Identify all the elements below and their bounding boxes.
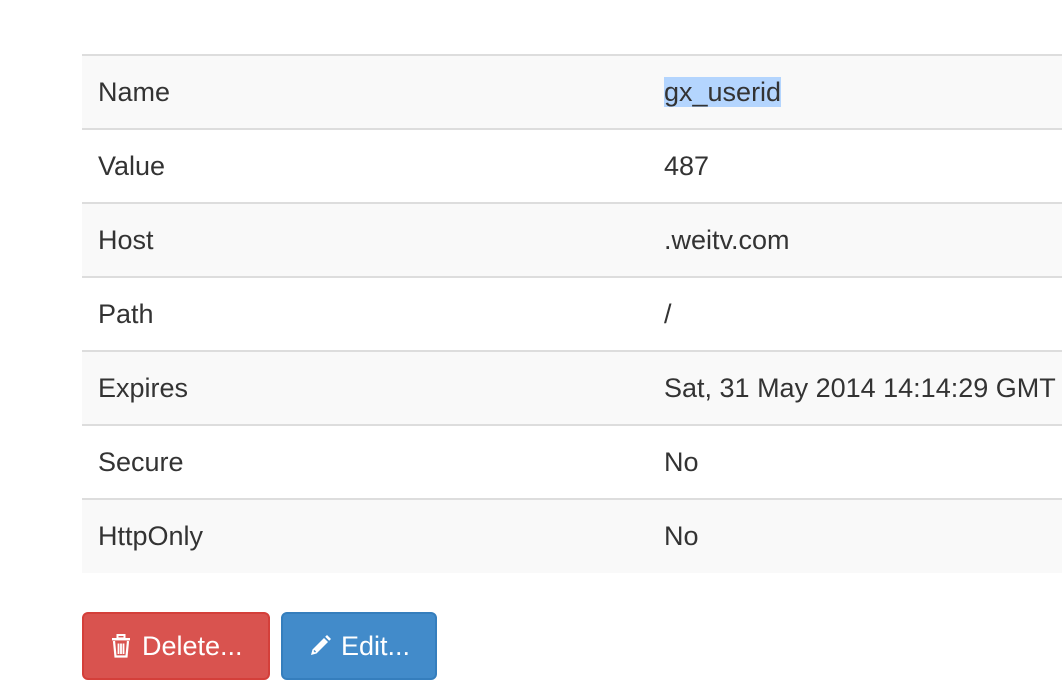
cookie-expires-value: Sat, 31 May 2014 14:14:29 GMT	[664, 350, 1062, 425]
table-row-expires: Expires Sat, 31 May 2014 14:14:29 GMT	[82, 350, 1062, 425]
row-label: Path	[82, 276, 664, 351]
row-label: Name	[98, 76, 171, 107]
row-label: Expires	[82, 350, 664, 425]
row-label: HttpOnly	[82, 498, 664, 573]
cookie-details-table: Name gx_userid Value 487 Host .weitv.com…	[82, 54, 1062, 573]
table-row-value: Value 487	[82, 128, 1062, 203]
delete-button[interactable]: Delete...	[82, 612, 270, 680]
cookie-httponly-value: No	[664, 498, 1062, 573]
cookie-name-value[interactable]: gx_userid	[664, 76, 782, 107]
table-row-name: Name gx_userid	[82, 55, 1062, 129]
table-row-path: Path /	[82, 276, 1062, 351]
delete-button-label: Delete...	[142, 630, 243, 661]
edit-button[interactable]: Edit...	[281, 612, 437, 680]
cookie-host-value: .weitv.com	[664, 202, 1062, 277]
cookie-secure-value: No	[664, 424, 1062, 499]
row-label: Host	[82, 202, 664, 277]
cookie-path-value: /	[664, 276, 1062, 351]
cookie-value-value: 487	[664, 128, 1062, 203]
pencil-icon	[307, 633, 333, 659]
table-row-secure: Secure No	[82, 424, 1062, 499]
action-bar: Delete... Edit...	[82, 612, 437, 680]
trash-icon	[108, 633, 134, 659]
row-label: Secure	[82, 424, 664, 499]
table-row-httponly: HttpOnly No	[82, 498, 1062, 573]
row-label: Value	[82, 128, 664, 203]
table-row-host: Host .weitv.com	[82, 202, 1062, 277]
edit-button-label: Edit...	[341, 630, 411, 661]
